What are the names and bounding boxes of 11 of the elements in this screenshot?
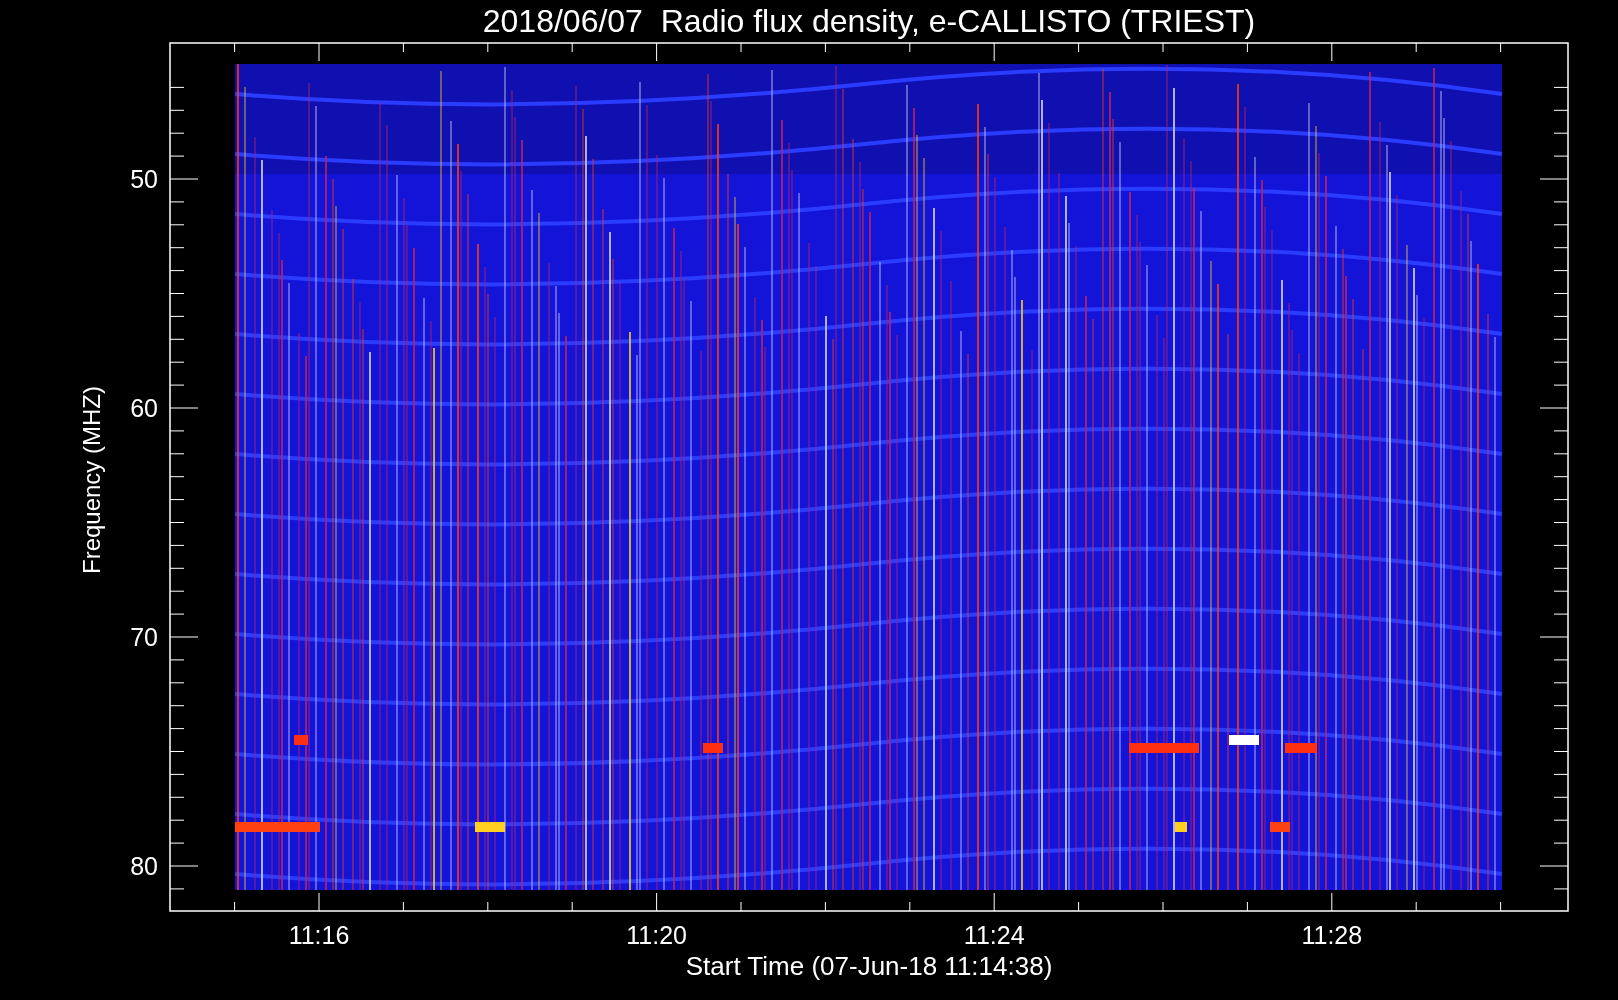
y-tick-label: 50 xyxy=(130,165,158,193)
x-tick-label: 11:28 xyxy=(1301,921,1363,949)
x-tick-label: 11:20 xyxy=(626,921,687,949)
x-tick-label: 11:16 xyxy=(288,921,350,949)
y-axis-label: Frequency (MHZ) xyxy=(78,386,105,574)
y-tick-label: 70 xyxy=(130,623,158,651)
x-tick-label: 11:24 xyxy=(963,921,1025,949)
y-tick-label: 80 xyxy=(130,852,158,880)
y-tick-label: 60 xyxy=(130,394,158,422)
plot-title: 2018/06/07 Radio flux density, e-CALLISTO (TRIEST) xyxy=(482,3,1256,39)
x-axis-label: Start Time (07-Jun-18 11:14:38) xyxy=(685,951,1053,981)
